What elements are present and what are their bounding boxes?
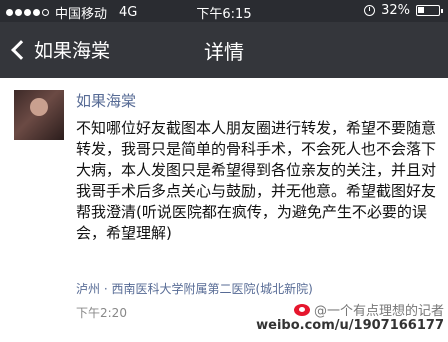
watermark-url: weibo.com/u/1907166177 xyxy=(256,318,444,333)
moment-post: 如果海棠 不知哪位好友截图本人朋友圈进行转发，希望不要随意转发，我哥只是简单的骨… xyxy=(0,78,448,342)
page-title: 详情 xyxy=(204,40,244,64)
avatar[interactable] xyxy=(14,90,64,140)
post-time: 下午2:20 xyxy=(76,306,127,320)
status-bar: 中国移动 4G 下午6:15 32% xyxy=(0,0,448,22)
alarm-icon xyxy=(364,5,376,16)
post-location[interactable]: 泸州 · 西南医科大学附属第二医院(城北新院) xyxy=(76,280,313,297)
post-author[interactable]: 如果海棠 xyxy=(76,90,136,111)
watermark-label: @一个有点理想的记者 xyxy=(313,304,444,319)
nav-bar: 如果海棠 详情 xyxy=(0,22,448,78)
status-right: 32% xyxy=(364,3,443,18)
weibo-icon xyxy=(293,303,310,316)
post-text: 不知哪位好友截图本人朋友圈进行转发，希望不要随意转发，我哥只是简单的骨科手术，不… xyxy=(76,119,437,242)
watermark: @一个有点理想的记者 xyxy=(293,300,444,319)
battery-icon xyxy=(416,5,443,16)
battery-percent: 32% xyxy=(381,3,410,18)
